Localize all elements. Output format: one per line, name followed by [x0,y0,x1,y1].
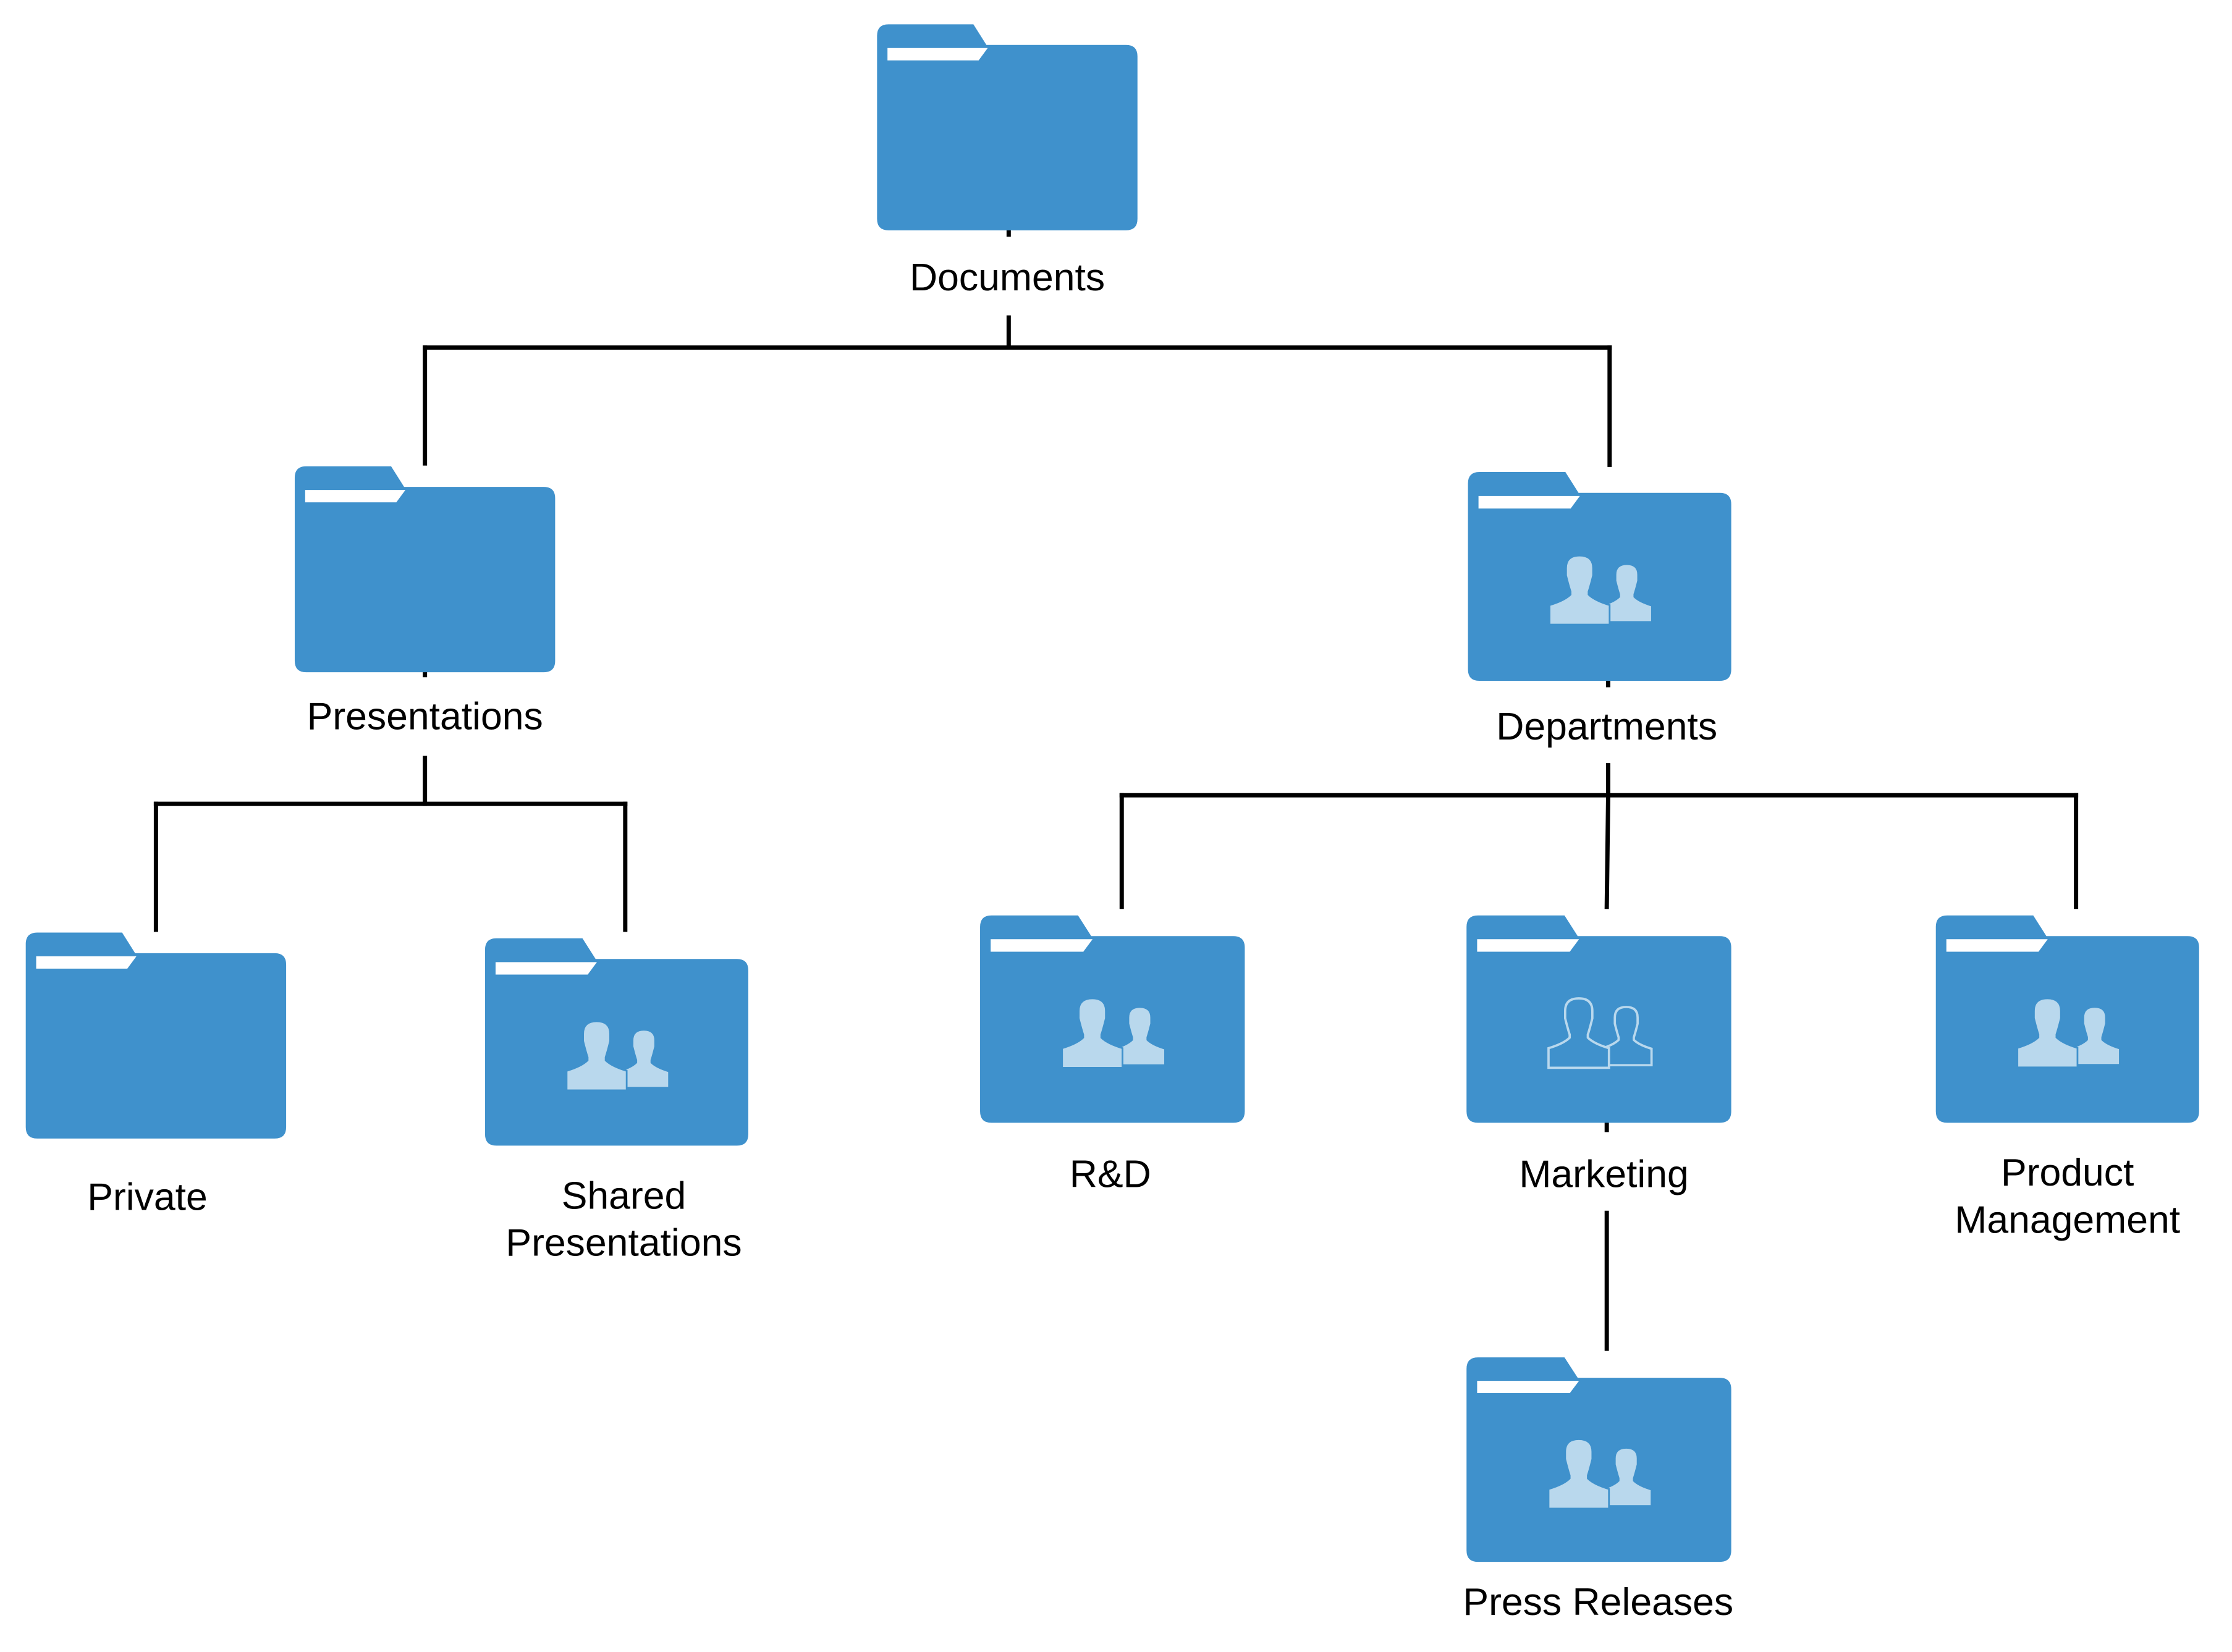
folder-label: Documents [910,256,1105,299]
folder-label: Departments [1496,705,1717,748]
folder-tab-slot [495,962,597,975]
folder-label: Press Releases [1463,1580,1733,1624]
folder-tab-slot [36,956,137,969]
folder-tab-slot [1478,495,1580,509]
folder-node-marketing[interactable]: Marketing [1466,915,1731,1196]
folder-node-shared-presentations[interactable]: Shared Presentations [484,938,748,1265]
folder-node-documents[interactable]: Documents [877,24,1138,299]
folder-node-presentations[interactable]: Presentations [294,466,556,738]
folder-tab-slot [1477,1381,1579,1394]
folder-label: R&D [1070,1153,1151,1196]
folder-label-line: Presentations [307,695,543,738]
folder-node-rnd[interactable]: R&D [980,915,1245,1196]
folder-label: Shared Presentations [505,1174,742,1264]
folder-label-line: Management [1955,1199,2180,1242]
folder-icon[interactable] [294,466,556,673]
folder-label: Product Management [1955,1151,2180,1241]
folder-hierarchy-diagram: Documents Presentations Departments Private… [25,24,2199,1624]
folder-node-departments[interactable]: Departments [1468,472,1731,748]
folder-label-line: Documents [910,256,1105,299]
folder-label-line: Shared [562,1174,687,1217]
folder-label: Marketing [1519,1153,1688,1196]
folder-tab-slot [1946,939,2048,952]
folder-label-line: Presentations [505,1221,742,1265]
folder-label-line: Marketing [1519,1153,1688,1196]
folder-label-line: R&D [1070,1153,1151,1196]
shared-folder-outline-icon[interactable] [1466,915,1731,1123]
folder-icon[interactable] [25,932,287,1139]
shared-folder-icon[interactable] [1935,915,2199,1123]
folder-label-line: Product [2001,1151,2134,1194]
shared-folder-icon[interactable] [980,915,1245,1123]
folder-label-line: Private [87,1176,208,1219]
shared-folder-icon[interactable] [1466,1357,1731,1562]
folder-tab-slot [1477,939,1579,952]
nodes: Documents Presentations Departments Private… [25,24,2199,1624]
folder-label: Presentations [307,695,543,738]
folder-label-line: Press Releases [1463,1580,1733,1624]
shared-folder-icon[interactable] [484,938,748,1146]
folder-label-line: Departments [1496,705,1717,748]
folder-tab-slot [305,490,406,503]
folder-tab-slot [991,939,1093,952]
folder-node-private[interactable]: Private [25,932,287,1219]
folder-node-press-releases[interactable]: Press Releases [1463,1357,1733,1624]
folder-icon[interactable] [877,24,1138,230]
connector-to-marketing [1604,793,1611,909]
folder-label: Private [87,1176,208,1219]
shared-folder-icon[interactable] [1468,472,1731,681]
folder-tab-slot [887,48,988,61]
folder-node-product-management[interactable]: Product Management [1935,915,2199,1242]
